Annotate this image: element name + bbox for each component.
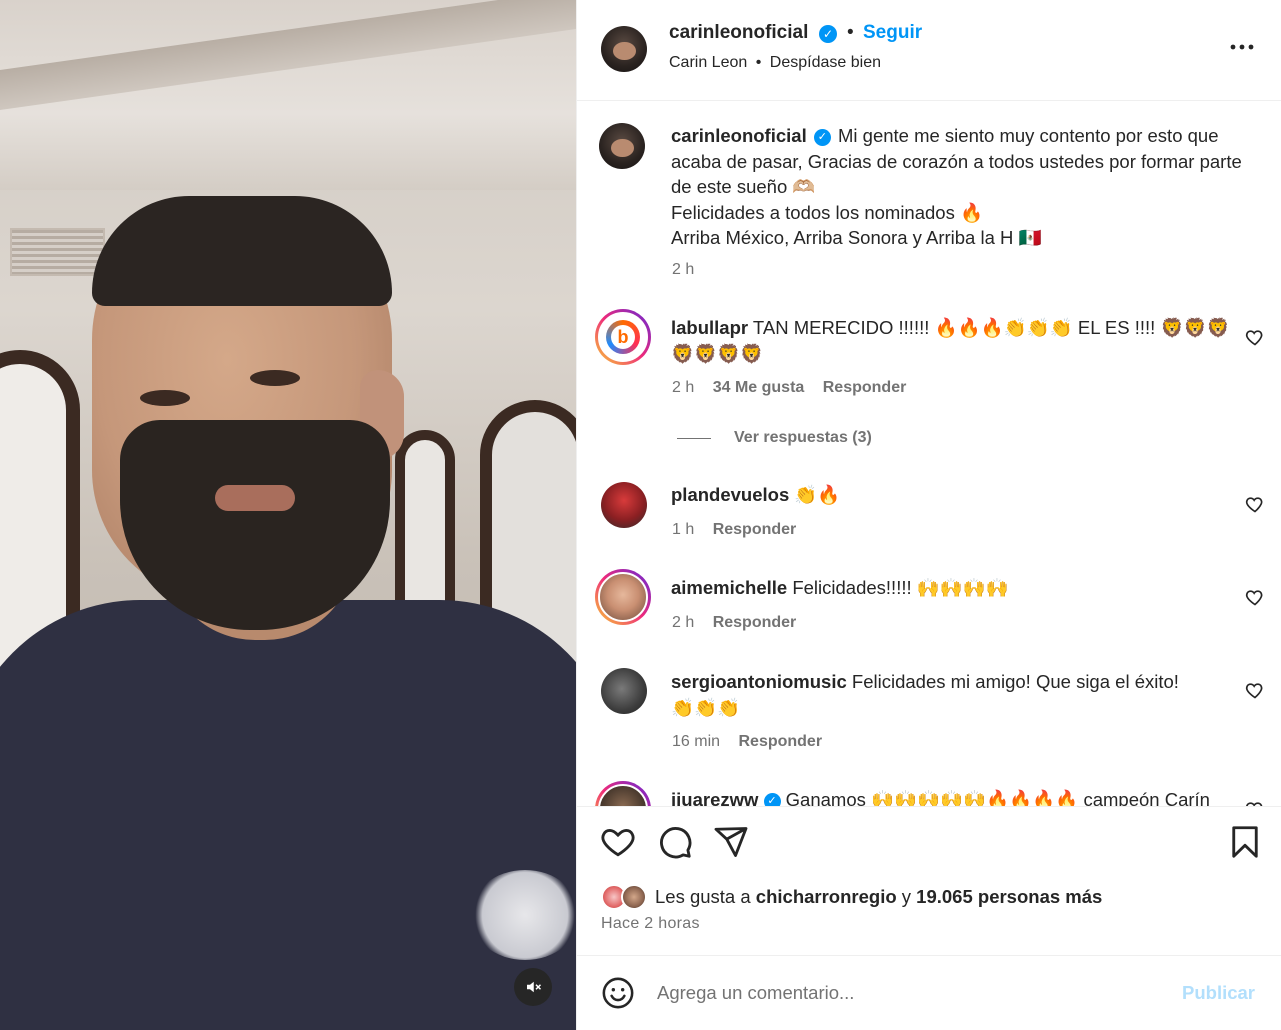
emoji-icon[interactable] <box>601 976 635 1010</box>
comment-icon[interactable] <box>657 824 693 860</box>
follow-button[interactable]: Seguir <box>863 22 922 44</box>
likes-prefix: Les gusta a <box>655 886 751 907</box>
comment-username[interactable]: labullapr <box>671 317 748 338</box>
comment-input[interactable] <box>657 978 1157 1008</box>
comment-text: Ganamos 🙌🙌🙌🙌🙌🔥🔥🔥🔥 campeón Carín <box>785 789 1210 806</box>
comment-time[interactable]: 2 h <box>672 379 694 396</box>
comment-username[interactable]: plandevuelos <box>671 484 789 505</box>
header-separator: • <box>847 22 854 43</box>
avatar[interactable] <box>595 781 651 806</box>
comment-body: labullapr TAN MERECIDO !!!!!! 🔥🔥🔥👏👏👏 EL … <box>671 315 1231 366</box>
caption-line-2: Felicidades a todos los nominados 🔥 <box>671 201 984 223</box>
replies-divider <box>677 438 711 439</box>
comment-text: Felicidades!!!!! 🙌🙌🙌🙌 <box>792 577 1009 598</box>
liker-username[interactable]: chicharronregio <box>756 886 897 907</box>
verified-icon: ✓ <box>813 128 831 146</box>
publish-button[interactable]: Publicar <box>1182 982 1255 1004</box>
caption-username[interactable]: carinleonoficial <box>671 125 807 146</box>
verified-icon: ✓ <box>763 792 781 806</box>
share-icon[interactable] <box>713 824 749 860</box>
heart-icon[interactable] <box>1245 494 1265 514</box>
caption: carinleonoficial ✓ Mi gente me siento mu… <box>671 123 1251 251</box>
heart-icon[interactable] <box>599 824 637 860</box>
post-panel: carinleonoficial ✓ • Seguir Carin Leon •… <box>576 0 1281 1030</box>
comment-body: sergioantoniomusic Felicidades mi amigo!… <box>671 669 1201 720</box>
comment-time[interactable]: 2 h <box>672 614 694 631</box>
comment-text: 👏🔥 <box>794 484 841 505</box>
view-replies-button[interactable]: Ver respuestas (3) <box>734 429 872 447</box>
comment-meta: 16 min Responder <box>672 733 822 751</box>
avatar[interactable] <box>601 482 647 528</box>
verified-icon: ✓ <box>819 25 837 43</box>
comment-meta: 2 h Responder <box>672 614 796 632</box>
comment-username[interactable]: jjuarezww <box>671 789 758 806</box>
post-time[interactable]: Hace 2 horas <box>601 915 700 933</box>
audio-info[interactable]: Carin Leon • Despídase bien <box>669 54 881 72</box>
avatar[interactable] <box>601 26 647 72</box>
post-header: carinleonoficial ✓ • Seguir Carin Leon •… <box>577 0 1281 101</box>
caption-time[interactable]: 2 h <box>672 261 694 279</box>
comment-meta: 1 h Responder <box>672 521 796 539</box>
comment-time[interactable]: 1 h <box>672 521 694 538</box>
comment-text: TAN MERECIDO !!!!!! 🔥🔥🔥👏👏👏 EL ES !!!! 🦁🦁… <box>671 317 1230 364</box>
comment-body: aimemichelle Felicidades!!!!! 🙌🙌🙌🙌 <box>671 575 1231 601</box>
caption-avatar[interactable] <box>599 123 645 169</box>
comments-list[interactable]: carinleonoficial ✓ Mi gente me siento mu… <box>577 101 1281 806</box>
mute-icon <box>527 981 542 993</box>
comment-likes[interactable]: 34 Me gusta <box>713 379 805 396</box>
likes-others[interactable]: 19.065 personas más <box>916 886 1102 907</box>
more-icon[interactable] <box>1227 32 1257 62</box>
heart-icon[interactable] <box>1245 680 1265 700</box>
avatar[interactable] <box>595 569 651 625</box>
avatar[interactable]: b <box>595 309 651 365</box>
post-video[interactable] <box>0 0 576 1030</box>
likes-summary[interactable]: Les gusta a chicharronregio y 19.065 per… <box>655 886 1102 908</box>
reply-button[interactable]: Responder <box>823 379 907 396</box>
heart-icon[interactable] <box>1245 327 1265 347</box>
avatar <box>621 884 647 910</box>
comment-meta: 2 h 34 Me gusta Responder <box>672 379 906 397</box>
caption-line-3: Arriba México, Arriba Sonora y Arriba la… <box>671 227 1042 248</box>
comment-body: jjuarezww ✓ Ganamos 🙌🙌🙌🙌🙌🔥🔥🔥🔥 campeón Ca… <box>671 787 1231 806</box>
artist-name[interactable]: Carin Leon <box>669 54 747 71</box>
comment-username[interactable]: aimemichelle <box>671 577 787 598</box>
comment-body: plandevuelos 👏🔥 <box>671 482 1231 508</box>
mute-button[interactable] <box>514 968 552 1006</box>
bookmark-icon[interactable] <box>1227 824 1263 860</box>
comment-username[interactable]: sergioantoniomusic <box>671 671 847 692</box>
heart-icon[interactable] <box>1245 799 1265 806</box>
heart-icon[interactable] <box>1245 587 1265 607</box>
comment-time[interactable]: 16 min <box>672 733 720 750</box>
song-name[interactable]: Despídase bien <box>770 54 881 71</box>
header-username[interactable]: carinleonoficial <box>669 22 808 44</box>
avatar[interactable] <box>601 668 647 714</box>
likes-connector: y <box>901 886 912 907</box>
reply-button[interactable]: Responder <box>713 614 797 631</box>
audio-separator: • <box>755 54 762 71</box>
comment-composer: Publicar <box>577 955 1281 1030</box>
reply-button[interactable]: Responder <box>713 521 797 538</box>
reply-button[interactable]: Responder <box>738 733 822 750</box>
